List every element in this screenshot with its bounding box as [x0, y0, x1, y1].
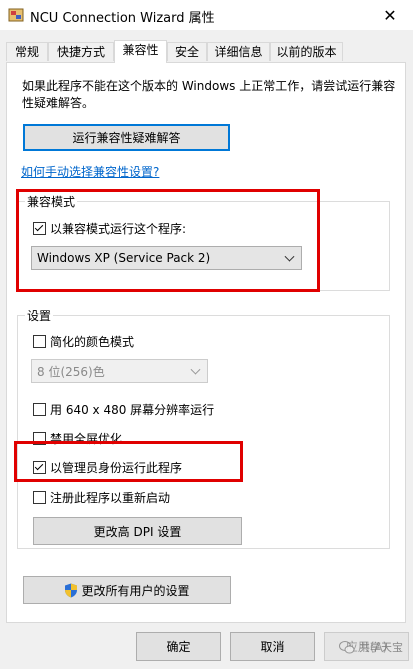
compat-mode-checkbox-label: 以兼容模式运行这个程序: — [50, 222, 187, 236]
wechat-icon — [339, 640, 355, 653]
tab-general[interactable]: 常规 — [6, 42, 48, 61]
change-all-users-button[interactable]: 更改所有用户的设置 — [23, 576, 231, 604]
tab-strip: 常规 快捷方式 兼容性 安全 详细信息 以前的版本 — [6, 40, 406, 63]
register-restart-checkbox[interactable]: 注册此程序以重新启动 — [33, 489, 170, 506]
compatibility-panel: 如果此程序不能在这个版本的 Windows 上正常工作，请尝试运行兼容性疑难解答… — [6, 62, 406, 623]
os-version-value: Windows XP (Service Pack 2) — [37, 251, 211, 265]
ok-button[interactable]: 确定 — [136, 632, 221, 661]
checkbox-unchecked-icon — [33, 491, 46, 504]
fullscreen-optimization-label: 禁用全屏优化 — [50, 432, 123, 446]
compat-mode-group: 兼容模式 — [17, 193, 390, 291]
run-troubleshooter-button[interactable]: 运行兼容性疑难解答 — [23, 124, 230, 151]
resolution-label: 用 640 x 480 屏幕分辨率运行 — [50, 403, 215, 417]
color-depth-dropdown: 8 位(256)色 — [31, 359, 208, 383]
run-as-admin-label: 以管理员身份运行此程序 — [50, 461, 183, 475]
close-button[interactable]: ✕ — [367, 0, 413, 30]
reduced-color-checkbox[interactable]: 简化的颜色模式 — [33, 333, 134, 350]
checkbox-checked-icon — [33, 222, 46, 235]
tab-previous-versions[interactable]: 以前的版本 — [270, 42, 343, 61]
window-title: NCU Connection Wizard 属性 — [30, 11, 215, 26]
compat-mode-checkbox[interactable]: 以兼容模式运行这个程序: — [33, 220, 186, 237]
tab-compatibility[interactable]: 兼容性 — [114, 40, 167, 63]
fullscreen-optimization-checkbox[interactable]: 禁用全屏优化 — [33, 430, 122, 447]
application-icon — [8, 8, 24, 22]
chevron-down-icon — [284, 251, 295, 262]
checkbox-checked-icon — [33, 461, 46, 474]
reduced-color-label: 简化的颜色模式 — [50, 335, 135, 349]
tab-details[interactable]: 详细信息 — [207, 42, 270, 61]
checkbox-unchecked-icon — [33, 432, 46, 445]
tab-security[interactable]: 安全 — [167, 42, 207, 61]
chevron-down-icon — [190, 364, 201, 375]
close-icon: ✕ — [383, 5, 397, 25]
checkbox-unchecked-icon — [33, 403, 46, 416]
cancel-button[interactable]: 取消 — [230, 632, 315, 661]
change-all-users-label: 更改所有用户的设置 — [81, 583, 190, 598]
checkbox-unchecked-icon — [33, 335, 46, 348]
title-bar[interactable]: NCU Connection Wizard 属性 ✕ — [0, 0, 413, 30]
watermark-text: 共享天宝 — [359, 641, 403, 654]
properties-window: NCU Connection Wizard 属性 ✕ 常规 快捷方式 兼容性 安… — [0, 0, 413, 669]
resolution-checkbox[interactable]: 用 640 x 480 屏幕分辨率运行 — [33, 401, 214, 418]
run-as-admin-checkbox[interactable]: 以管理员身份运行此程序 — [33, 459, 182, 476]
os-version-dropdown[interactable]: Windows XP (Service Pack 2) — [31, 246, 302, 270]
shield-icon — [65, 583, 78, 597]
intro-text: 如果此程序不能在这个版本的 Windows 上正常工作，请尝试运行兼容性疑难解答… — [22, 79, 396, 110]
change-dpi-button[interactable]: 更改高 DPI 设置 — [33, 517, 242, 545]
color-depth-value: 8 位(256)色 — [37, 364, 105, 379]
compat-mode-legend: 兼容模式 — [27, 195, 76, 209]
tab-shortcut[interactable]: 快捷方式 — [48, 42, 114, 61]
settings-legend: 设置 — [27, 309, 52, 323]
register-restart-label: 注册此程序以重新启动 — [50, 491, 171, 505]
watermark: 共享天宝 — [339, 639, 403, 655]
manual-settings-link[interactable]: 如何手动选择兼容性设置? — [21, 163, 159, 180]
